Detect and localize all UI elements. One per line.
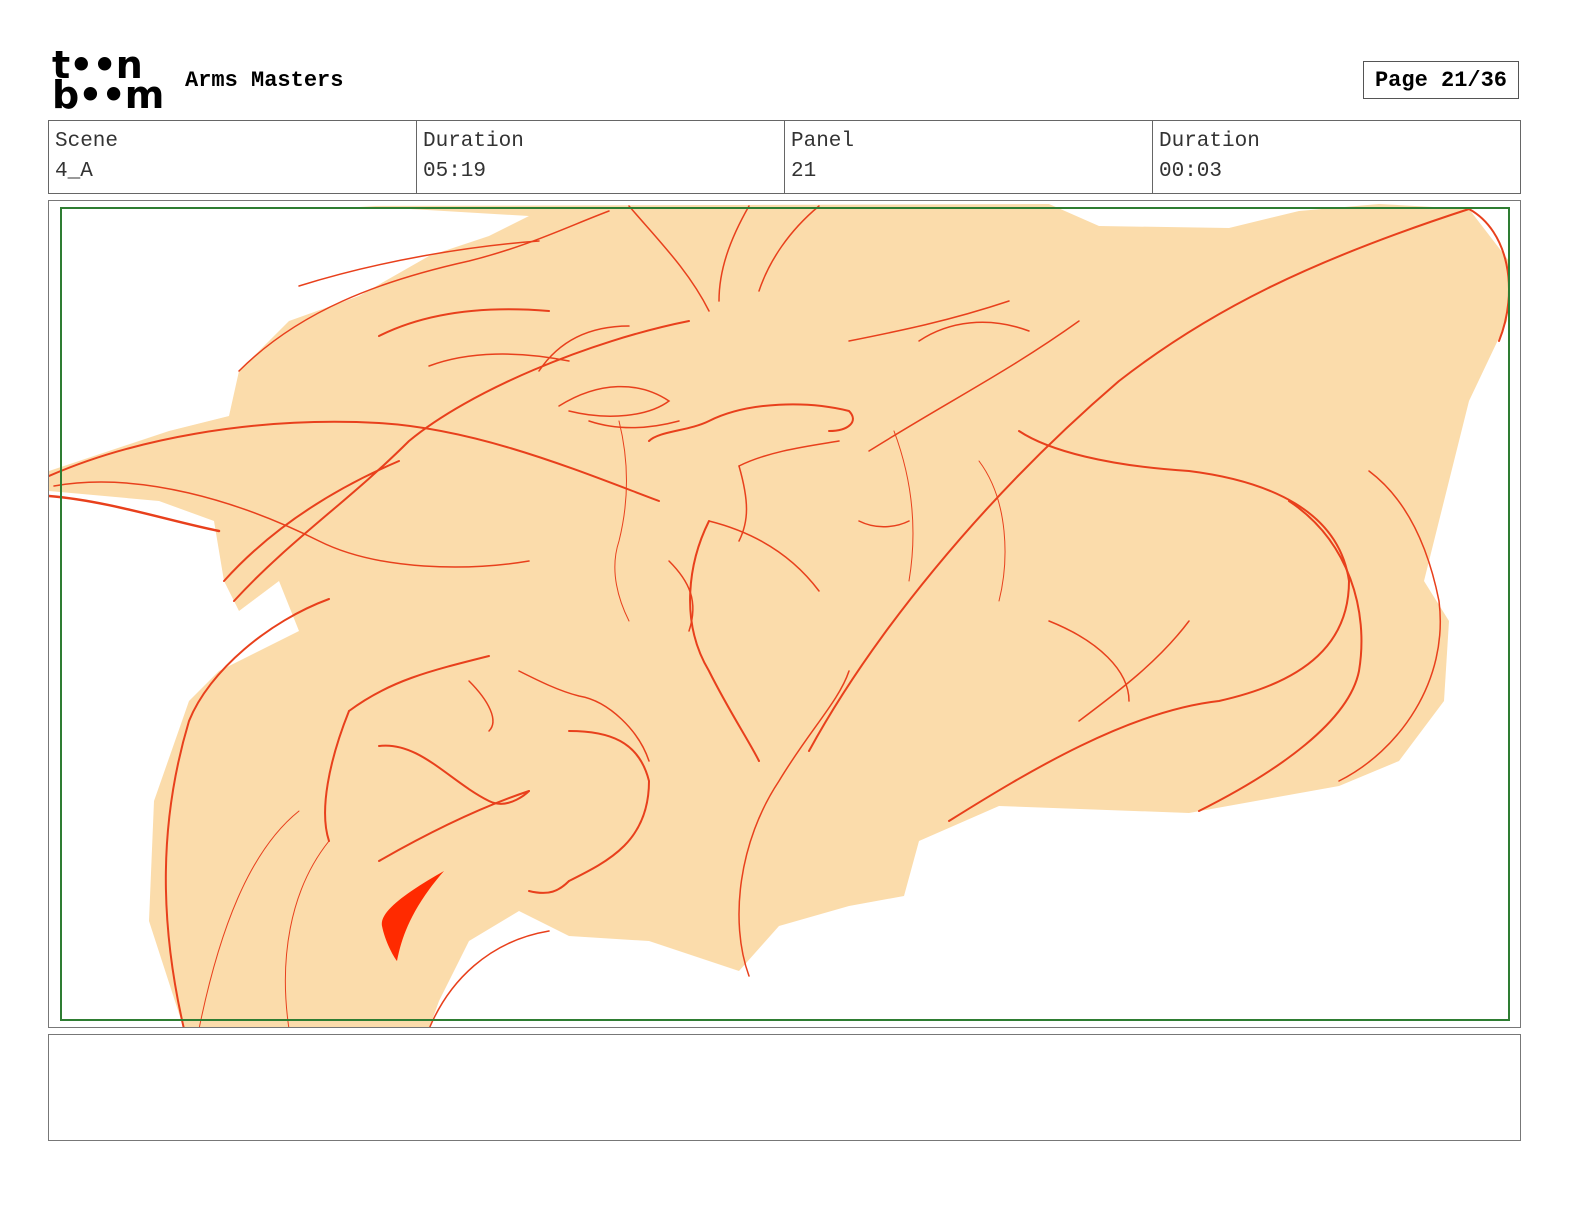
panel-notes-box[interactable]	[48, 1034, 1521, 1141]
scene-cell: Scene 4_A	[49, 121, 417, 193]
logo-text-bottom: b••m	[52, 73, 164, 117]
panel-value: 21	[791, 160, 817, 183]
scene-value: 4_A	[55, 160, 93, 183]
creature-fill-shape	[49, 204, 1509, 1027]
toon-boom-logo: t••n b••m	[52, 46, 164, 117]
storyboard-sketch	[49, 204, 1510, 1027]
project-title: Arms Masters	[185, 68, 344, 93]
panel-image-frame	[48, 200, 1521, 1028]
scene-label: Scene	[55, 130, 119, 153]
scene-duration-value: 05:19	[423, 160, 487, 183]
panel-duration-value: 00:03	[1159, 160, 1223, 183]
page-label: Page 21/36	[1374, 67, 1508, 93]
scene-duration-label: Duration	[423, 130, 524, 153]
panel-duration-label: Duration	[1159, 130, 1260, 153]
panel-label: Panel	[791, 130, 855, 153]
panel-duration-cell: Duration 00:03	[1153, 121, 1520, 193]
scene-info-table: Scene 4_A Duration 05:19 Panel 21 Durati…	[48, 120, 1521, 194]
page-indicator: Page 21/36	[1363, 61, 1519, 99]
scene-duration-cell: Duration 05:19	[417, 121, 785, 193]
panel-cell: Panel 21	[785, 121, 1153, 193]
